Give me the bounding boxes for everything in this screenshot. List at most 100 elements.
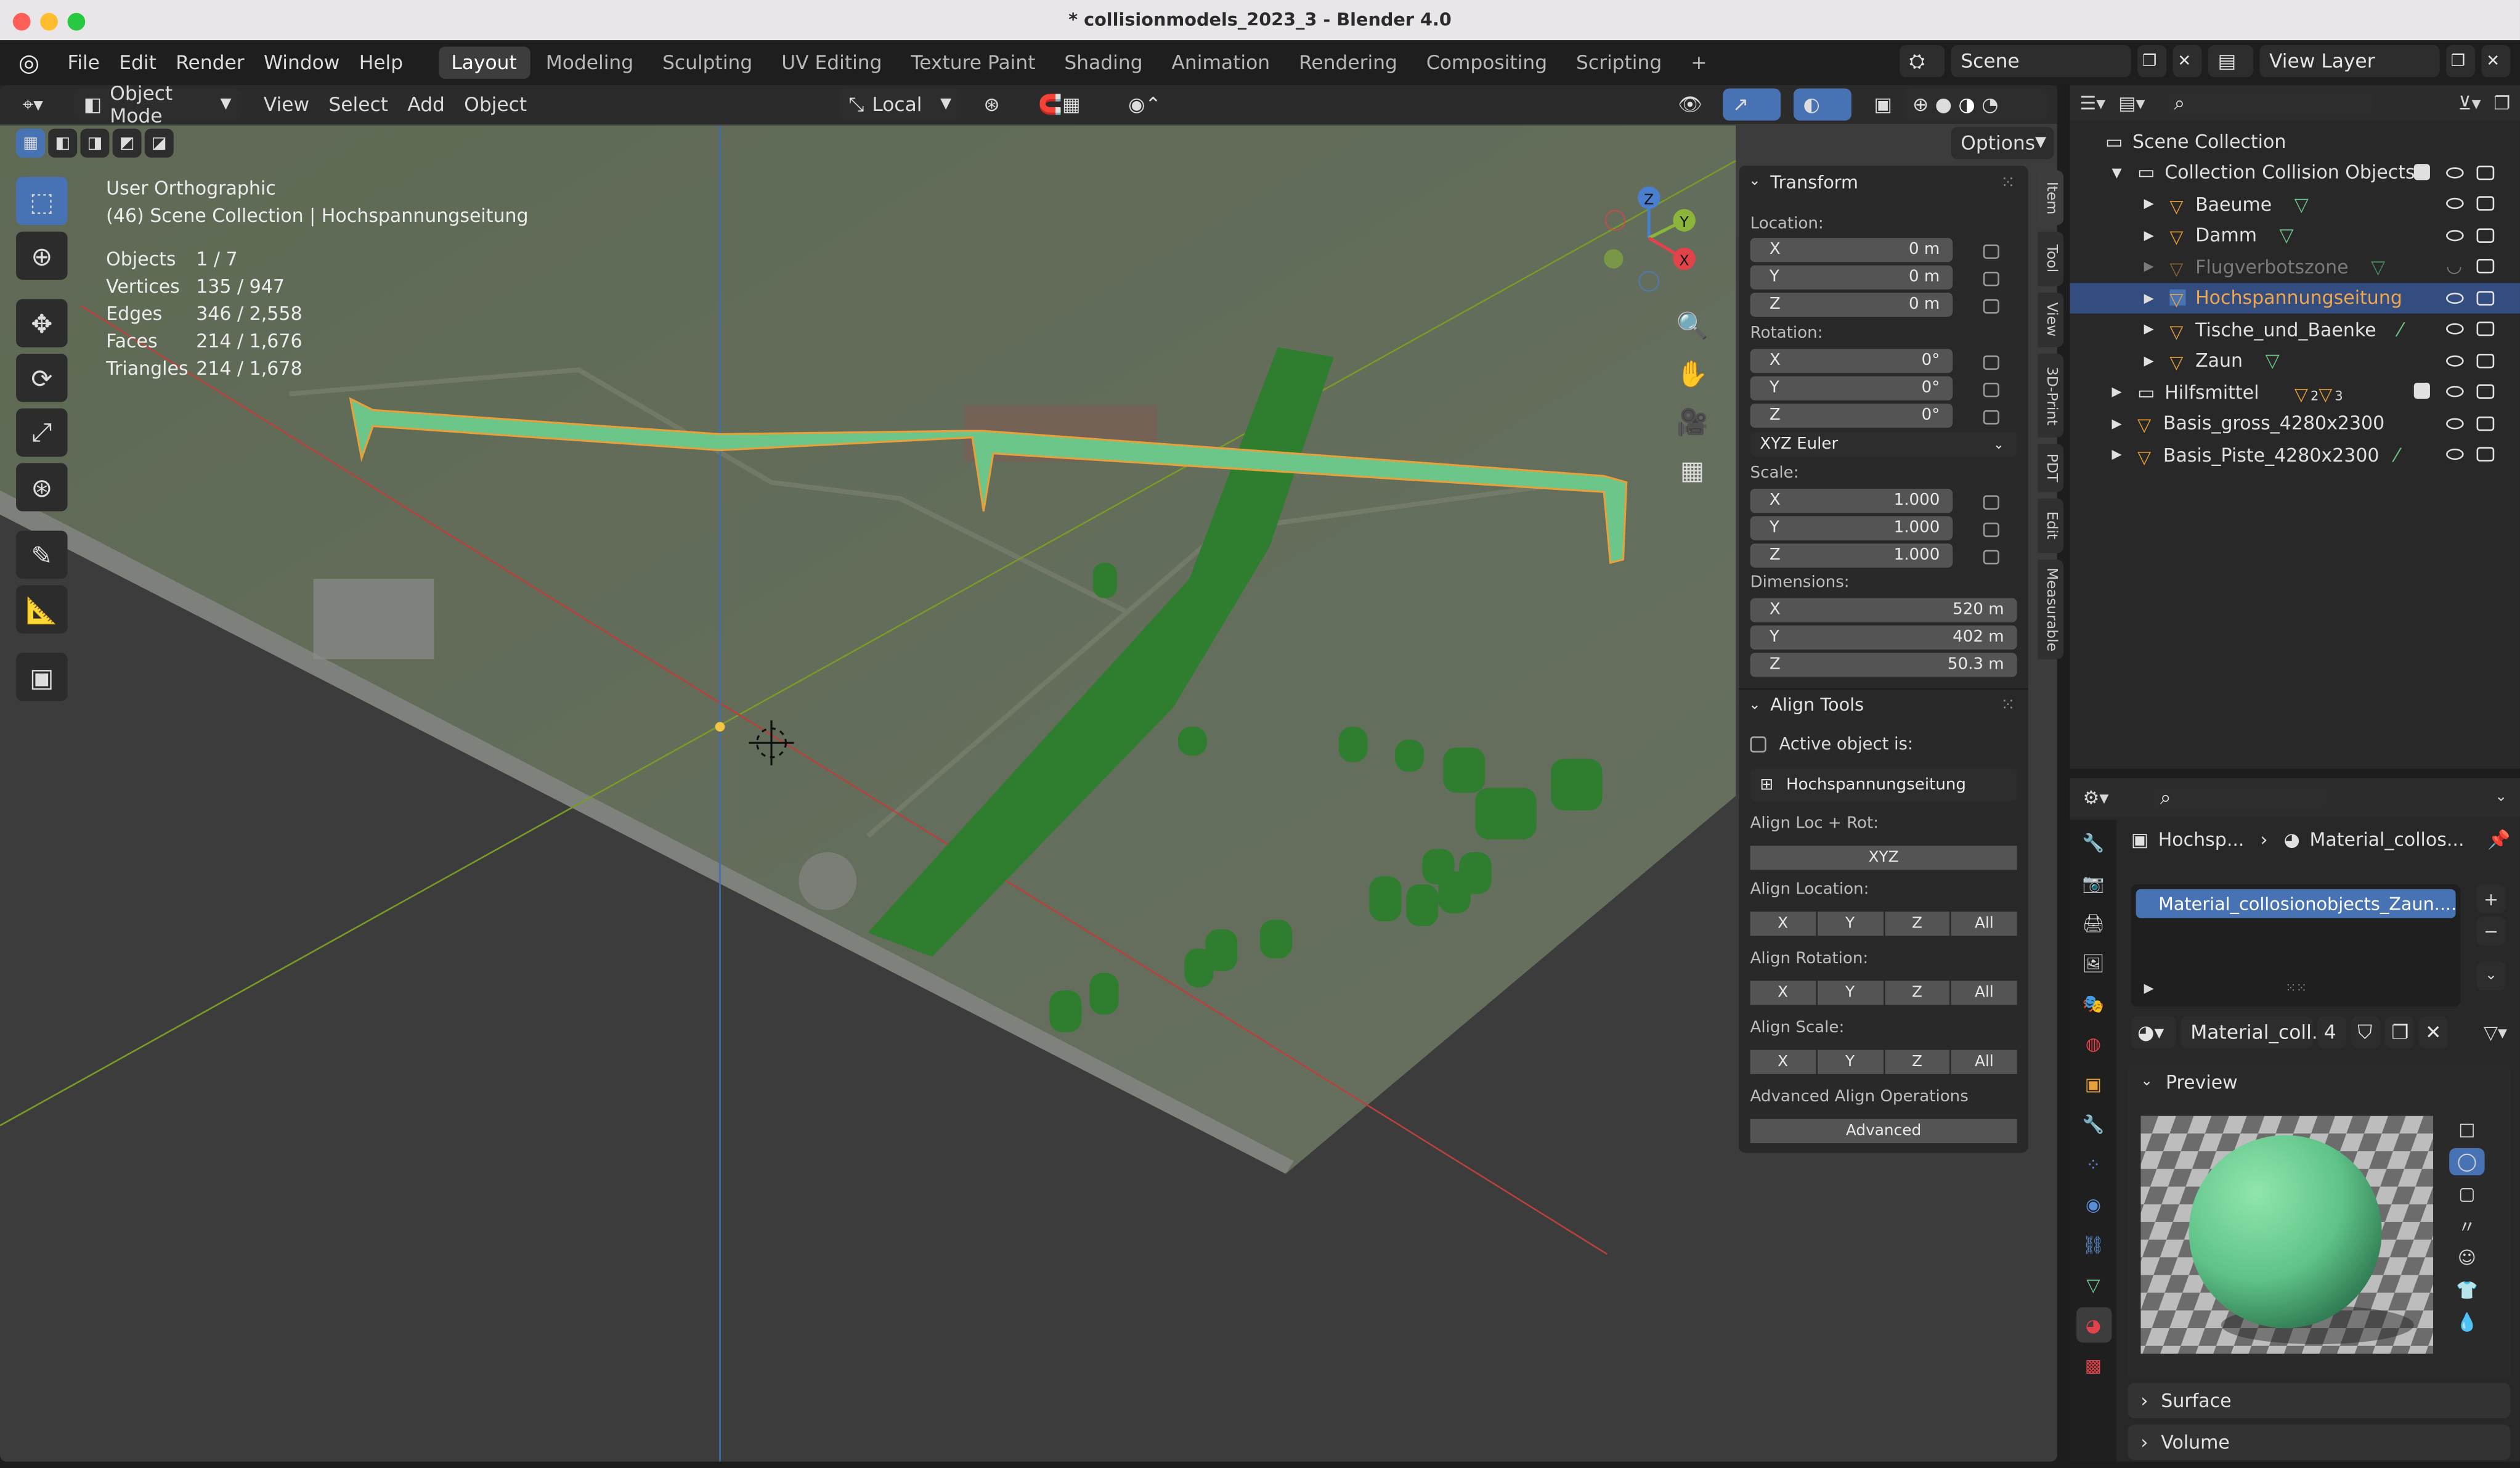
scale-z-field[interactable]: Z 1.000 bbox=[1750, 543, 1953, 568]
preview-fluid-icon[interactable]: 💧 bbox=[2449, 1309, 2484, 1336]
menu-edit[interactable]: Edit bbox=[110, 51, 166, 74]
tree-item-collection[interactable]: ▼ ▭ Collection Collision Objects bbox=[2070, 157, 2520, 188]
rotation-y-field[interactable]: Y 0° bbox=[1750, 376, 1953, 401]
lock-icon[interactable] bbox=[1983, 299, 1999, 314]
eye-icon[interactable] bbox=[2445, 229, 2464, 241]
new-scene-icon[interactable]: ❐ bbox=[2137, 45, 2167, 78]
align-rotation-all-button[interactable]: All bbox=[1951, 981, 2017, 1005]
options-dropdown[interactable]: Options ▼ bbox=[1951, 127, 2054, 160]
transform-header[interactable]: ⌄ Transform ⁙ bbox=[1739, 166, 2028, 198]
blender-logo-icon[interactable]: ◎ bbox=[0, 48, 58, 77]
display-mode-icon[interactable]: ▤▾ bbox=[2118, 92, 2145, 115]
visibility-icon[interactable]: 👁 bbox=[1668, 88, 1717, 120]
eye-icon[interactable] bbox=[2445, 417, 2464, 429]
select-new-icon[interactable]: ▦ bbox=[16, 128, 46, 158]
tab-uv-editing[interactable]: UV Editing bbox=[768, 47, 895, 79]
checkbox-icon[interactable] bbox=[2413, 163, 2430, 179]
proportional-edit-icon[interactable]: ◉⌃ bbox=[1118, 88, 1182, 120]
tab-scripting[interactable]: Scripting bbox=[1563, 47, 1675, 79]
lock-icon[interactable] bbox=[1983, 495, 1999, 510]
tab-modeling[interactable]: Modeling bbox=[533, 47, 646, 79]
volume-section[interactable]: › Volume bbox=[2128, 1424, 2511, 1460]
align-rotation-x-button[interactable]: X bbox=[1750, 981, 1816, 1005]
properties-search-input[interactable]: ⌕ bbox=[2150, 785, 2328, 810]
expand-list-icon[interactable]: ▶ bbox=[2144, 981, 2154, 995]
lock-icon[interactable] bbox=[1983, 244, 1999, 259]
preview-sphere-icon[interactable]: ◯ bbox=[2449, 1148, 2485, 1176]
tab-animation[interactable]: Animation bbox=[1159, 47, 1283, 79]
measure-tool[interactable]: 📐 bbox=[16, 585, 68, 634]
tab-shading[interactable]: Shading bbox=[1052, 47, 1156, 79]
tab-tool[interactable]: Tool bbox=[2038, 231, 2064, 287]
constraints-tab-icon[interactable]: ⛓ bbox=[2076, 1227, 2111, 1262]
pin-icon[interactable]: 📌 bbox=[2487, 828, 2510, 851]
view-layer-icon[interactable]: ▤ bbox=[2208, 45, 2253, 78]
tab-rendering[interactable]: Rendering bbox=[1286, 47, 1410, 79]
add-workspace-button[interactable]: + bbox=[1678, 47, 1720, 79]
chevron-right-icon[interactable]: ▶ bbox=[2112, 385, 2137, 399]
delete-scene-icon[interactable]: ✕ bbox=[2172, 45, 2202, 78]
lock-icon[interactable] bbox=[1983, 355, 1999, 370]
menu-file[interactable]: File bbox=[58, 51, 110, 74]
tab-texture-paint[interactable]: Texture Paint bbox=[898, 47, 1049, 79]
select-menu[interactable]: Select bbox=[319, 93, 398, 116]
camera-icon[interactable] bbox=[2476, 447, 2495, 462]
resize-handle-icon[interactable]: ⁙⁙ bbox=[2285, 981, 2307, 995]
modifier-tab-icon[interactable]: 🔧 bbox=[2076, 1106, 2111, 1141]
preview-hair-icon[interactable]: 〃 bbox=[2449, 1212, 2484, 1239]
transform-tool[interactable]: ⊛ bbox=[16, 463, 68, 512]
lock-icon[interactable] bbox=[1983, 271, 1999, 287]
snap-icon[interactable]: 🧲▦ bbox=[1028, 88, 1108, 120]
view-layer-field[interactable]: View Layer bbox=[2259, 45, 2440, 78]
menu-help[interactable]: Help bbox=[349, 51, 413, 74]
tree-item-baeume[interactable]: ▶ ▽ Baeume ▽ bbox=[2070, 188, 2520, 219]
pan-hand-icon[interactable]: ✋ bbox=[1672, 354, 1713, 393]
rotate-tool[interactable]: ⟳ bbox=[16, 353, 68, 402]
tree-item-basis-gross[interactable]: ▶ ▽ Basis_gross_4280x2300 bbox=[2070, 407, 2520, 439]
delete-view-layer-icon[interactable]: ✕ bbox=[2481, 45, 2511, 78]
select-subtract-icon[interactable]: ◨ bbox=[80, 128, 110, 158]
select-intersect-icon[interactable]: ◪ bbox=[144, 128, 174, 158]
scene-name-field[interactable]: Scene bbox=[1951, 45, 2131, 78]
camera-icon[interactable] bbox=[2476, 353, 2495, 368]
material-tab-icon[interactable]: ◕ bbox=[2075, 1307, 2112, 1343]
duplicate-material-icon[interactable]: ❐ bbox=[2384, 1016, 2414, 1049]
camera-icon[interactable] bbox=[2476, 196, 2495, 211]
particles-tab-icon[interactable]: ⁘ bbox=[2076, 1146, 2111, 1181]
tab-measurable[interactable]: Measurable bbox=[2038, 559, 2064, 659]
camera-icon[interactable]: 🎥 bbox=[1672, 402, 1713, 441]
tab-layout[interactable]: Layout bbox=[438, 46, 530, 79]
select-extend-icon[interactable]: ◧ bbox=[48, 128, 78, 158]
eye-icon[interactable] bbox=[2445, 292, 2464, 303]
location-x-field[interactable]: X 0 m bbox=[1750, 238, 1953, 263]
view-menu[interactable]: View bbox=[254, 93, 319, 116]
scene-type-icon[interactable]: ⛭ bbox=[1900, 45, 1945, 78]
chevron-right-icon[interactable]: ▶ bbox=[2144, 322, 2170, 336]
eye-icon[interactable] bbox=[2445, 197, 2464, 210]
chevron-right-icon[interactable]: ▶ bbox=[2144, 291, 2170, 305]
pivot-point-icon[interactable]: ⊛ bbox=[974, 88, 1019, 120]
object-menu[interactable]: Object bbox=[455, 93, 537, 116]
tree-item-damm[interactable]: ▶ ▽ Damm ▽ bbox=[2070, 219, 2520, 251]
lock-icon[interactable] bbox=[1983, 522, 1999, 537]
align-location-z-button[interactable]: Z bbox=[1884, 911, 1950, 936]
preview-monkey-icon[interactable]: ☺ bbox=[2449, 1244, 2484, 1271]
align-tools-header[interactable]: ⌄ Align Tools ⁙ bbox=[1739, 688, 2028, 720]
material-name-field[interactable]: Material_coll... bbox=[2181, 1016, 2330, 1049]
material-slot-list[interactable]: Material_collosionobjects_Zaun.... ▶ ⁙⁙ bbox=[2131, 884, 2461, 1007]
scale-x-field[interactable]: X 1.000 bbox=[1750, 489, 1953, 513]
tab-sculpting[interactable]: Sculpting bbox=[649, 47, 765, 79]
tab-compositing[interactable]: Compositing bbox=[1413, 47, 1560, 79]
properties-editor-icon[interactable]: ⚙▾ bbox=[2083, 786, 2108, 809]
eye-icon[interactable] bbox=[2445, 448, 2464, 460]
camera-icon[interactable] bbox=[2476, 415, 2495, 430]
chevron-right-icon[interactable]: ▶ bbox=[2144, 353, 2170, 367]
hidden-eye-icon[interactable]: ◡ bbox=[2446, 254, 2462, 277]
dimension-x-field[interactable]: X 520 m bbox=[1750, 598, 2017, 622]
surface-section[interactable]: › Surface bbox=[2128, 1382, 2511, 1419]
remove-slot-icon[interactable]: − bbox=[2476, 916, 2506, 946]
align-location-x-button[interactable]: X bbox=[1750, 911, 1816, 936]
chevron-right-icon[interactable]: ▶ bbox=[2112, 447, 2137, 462]
rotation-z-field[interactable]: Z 0° bbox=[1750, 403, 1953, 428]
location-z-field[interactable]: Z 0 m bbox=[1750, 292, 1953, 317]
